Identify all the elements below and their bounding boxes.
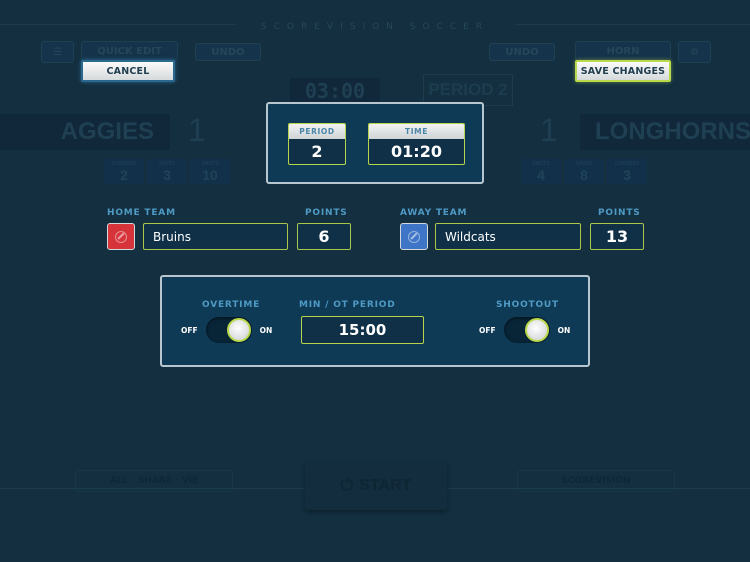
away-color-button[interactable] — [400, 223, 428, 250]
period-value[interactable]: 2 — [289, 139, 345, 163]
overtime-label: OVERTIME — [202, 300, 261, 310]
clock-edit-panel: PERIOD 2 TIME 01:20 — [266, 102, 484, 184]
home-stat: CORNERS 2 — [104, 159, 144, 184]
overtime-toggle[interactable] — [205, 317, 252, 343]
settings-button: ⚙ — [678, 41, 711, 63]
period-label: PERIOD — [289, 124, 345, 139]
quick-edit-label: QUICK EDIT — [97, 45, 162, 57]
time-field[interactable]: TIME 01:20 — [368, 123, 465, 165]
home-team-name: AGGIES — [60, 118, 154, 145]
share-bar: ALL · SHARE · VIE — [75, 470, 233, 492]
home-color-button[interactable] — [107, 223, 135, 250]
toggle-knob[interactable] — [226, 318, 251, 342]
start-label: START — [359, 477, 412, 494]
min-ot-period-input[interactable]: 15:00 — [301, 316, 424, 344]
home-stat: SAVES 3 — [147, 159, 187, 184]
home-stat: SHOTS 10 — [190, 159, 230, 184]
away-points-input[interactable]: 13 — [590, 223, 644, 250]
horn-button: HORN — [575, 41, 671, 61]
undo-left-button: UNDO — [195, 43, 261, 61]
power-icon: ⏻ — [340, 477, 354, 494]
home-team-name-input[interactable]: Bruins — [143, 223, 288, 250]
away-points-label: POINTS — [598, 208, 641, 218]
game-clock: 03:00 — [290, 78, 380, 104]
min-ot-period-label: MIN / OT PERIOD — [299, 300, 396, 310]
save-changes-button[interactable]: SAVE CHANGES — [575, 60, 671, 82]
color-picker-icon — [408, 230, 420, 243]
away-stat: SHOTS 4 — [521, 159, 561, 184]
home-team-bar: AGGIES — [0, 114, 170, 150]
menu-button: ☰ — [41, 41, 74, 63]
home-score: 1 — [188, 112, 206, 148]
away-team-name: LONGHORNS — [595, 118, 750, 145]
undo-right-label: UNDO — [505, 46, 539, 58]
shootout-on-label: ON — [557, 325, 571, 335]
home-team-label: HOME TEAM — [107, 208, 176, 218]
undo-left-label: UNDO — [211, 46, 245, 58]
undo-right-button: UNDO — [489, 43, 555, 61]
time-value[interactable]: 01:20 — [369, 139, 464, 163]
stat-value: 4 — [537, 166, 545, 183]
stat-value: 10 — [202, 166, 218, 183]
scorevision-bar: SCOREVISION — [517, 470, 675, 492]
away-stat: CORNERS 3 — [607, 159, 647, 184]
home-points-input[interactable]: 6 — [297, 223, 351, 250]
time-label: TIME — [369, 124, 464, 139]
gear-icon: ⚙ — [690, 46, 699, 58]
shootout-toggle[interactable] — [503, 317, 550, 343]
stat-value: 3 — [163, 166, 171, 183]
share-label: ALL · SHARE · VIE — [109, 476, 199, 486]
away-team-name-input[interactable]: Wildcats — [435, 223, 581, 250]
overtime-on-label: ON — [259, 325, 273, 335]
home-points-label: POINTS — [305, 208, 348, 218]
stat-value: 3 — [623, 166, 631, 183]
stat-value: 2 — [120, 166, 128, 183]
overtime-panel: OVERTIME OFF ON MIN / OT PERIOD 15:00 SH… — [160, 275, 590, 367]
overtime-off-label: OFF — [181, 325, 198, 335]
period-field[interactable]: PERIOD 2 — [288, 123, 346, 165]
start-button: ⏻ START — [305, 462, 447, 510]
shootout-label: SHOOTOUT — [496, 300, 559, 310]
cancel-button[interactable]: CANCEL — [81, 60, 175, 82]
away-team-label: AWAY TEAM — [400, 208, 468, 218]
away-score: 1 — [540, 112, 558, 148]
toggle-knob[interactable] — [524, 318, 549, 342]
hamburger-icon: ☰ — [53, 46, 62, 58]
away-stat: SAVES 8 — [564, 159, 604, 184]
overtime-toggle-group: OFF ON — [181, 317, 272, 343]
horn-label: HORN — [606, 45, 640, 57]
color-picker-icon — [115, 230, 127, 243]
scorevision-label: SCOREVISION — [561, 476, 631, 486]
away-team-bar: LONGHORNS — [580, 114, 750, 150]
shootout-toggle-group: OFF ON — [479, 317, 570, 343]
stat-value: 8 — [580, 166, 588, 183]
brand-title: SCOREVISION SOCCER — [260, 22, 490, 32]
shootout-off-label: OFF — [479, 325, 496, 335]
quick-edit-button: QUICK EDIT — [81, 41, 178, 61]
